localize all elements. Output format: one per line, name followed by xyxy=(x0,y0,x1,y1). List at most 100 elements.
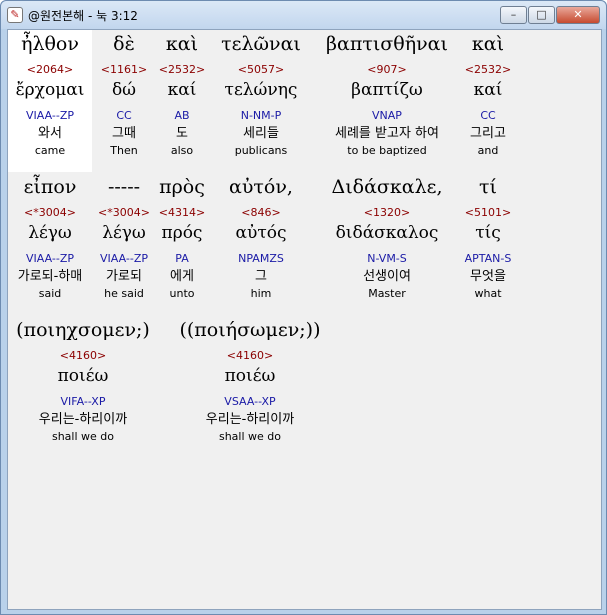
app-book-icon[interactable]: ✎ xyxy=(7,7,23,23)
strong-number[interactable]: <2532> xyxy=(156,62,208,78)
interlinear-panel: ἦλθον <2064> ἔρχομαι VIAA--ZP 와서 came δὲ <1161>… xyxy=(7,29,602,610)
lemma: καί xyxy=(167,80,197,100)
strong-number[interactable]: <5057> xyxy=(212,62,310,78)
korean-gloss: 가로되 xyxy=(106,269,142,284)
greek-word: εἶπον xyxy=(23,176,77,198)
strong-number[interactable]: <1320> xyxy=(314,205,460,221)
parsing-code: N-NM-P xyxy=(240,109,282,122)
lemma: τελώνης xyxy=(224,80,298,100)
strong-number[interactable]: <*3004> xyxy=(96,205,152,221)
strong-number[interactable]: <4314> xyxy=(156,205,208,221)
interlinear-word[interactable]: βαπτισθῆναι <907> βαπτίζω VNAP 세례를 받고자 하여 to … xyxy=(314,30,460,172)
english-gloss: unto xyxy=(169,287,195,300)
korean-gloss: 무엇을 xyxy=(470,269,506,284)
greek-word: καὶ xyxy=(471,33,505,55)
strong-number[interactable]: <5101> xyxy=(464,205,512,221)
english-gloss: to be baptized xyxy=(347,144,427,157)
greek-word: αὐτόν, xyxy=(229,176,293,198)
parsing-code: N-VM-S xyxy=(367,252,407,265)
interlinear-word[interactable]: τελῶναι <5057> τελώνης N-NM-P 세리들 publicans xyxy=(212,30,310,172)
lemma: λέγω xyxy=(28,223,72,243)
english-gloss: what xyxy=(474,287,502,300)
interlinear-word[interactable]: πρὸς <4314> πρός PA 에게 unto xyxy=(156,173,208,315)
title-bar[interactable]: ✎ @원전본해 - 눅 3:12 – □ ✕ xyxy=(1,1,606,29)
lemma: ἔρχομαι xyxy=(15,80,85,100)
interlinear-word[interactable]: ((ποιήσωμεν;)) <4160> ποιέω VSAA--XP 우리는-하리이… xyxy=(170,316,330,458)
interlinear-word[interactable]: (ποιηχσομεν;) <4160> ποιέω VIFA--XP 우리는-하리이까… xyxy=(8,316,158,458)
parsing-code: VNAP xyxy=(372,109,402,122)
korean-gloss: 우리는-하리이까 xyxy=(205,412,295,427)
interlinear-word[interactable]: ἦλθον <2064> ἔρχομαι VIAA--ZP 와서 came xyxy=(8,30,92,172)
strong-number[interactable]: <907> xyxy=(314,62,460,78)
strong-number[interactable]: <1161> xyxy=(96,62,152,78)
english-gloss: said xyxy=(38,287,62,300)
minimize-button[interactable]: – xyxy=(500,6,527,24)
interlinear-word[interactable]: καὶ <2532> καί CC 그리고 and xyxy=(464,30,512,172)
parsing-code: VIFA--XP xyxy=(60,395,106,408)
strong-number[interactable]: <2532> xyxy=(464,62,512,78)
lemma: βαπτίζω xyxy=(351,80,423,100)
english-gloss: came xyxy=(34,144,66,157)
parsing-code: PA xyxy=(175,252,189,265)
english-gloss: and xyxy=(477,144,499,157)
interlinear-word[interactable]: καὶ <2532> καί AB 도 also xyxy=(156,30,208,172)
parsing-code: CC xyxy=(116,109,132,122)
greek-word: πρὸς xyxy=(159,176,205,198)
korean-gloss: 에게 xyxy=(170,269,194,284)
korean-gloss: 그 xyxy=(255,269,267,284)
lemma: αὐτός xyxy=(235,223,287,243)
english-gloss: he said xyxy=(104,287,144,300)
interlinear-word[interactable]: αὐτόν, <846> αὐτός NPAMZS 그 him xyxy=(212,173,310,315)
greek-word: τί xyxy=(479,176,497,198)
lemma: καί xyxy=(473,80,503,100)
korean-gloss: 가로되-하매 xyxy=(17,269,83,284)
english-gloss: publicans xyxy=(234,144,288,157)
greek-word: καὶ xyxy=(165,33,199,55)
strong-number[interactable]: <4160> xyxy=(170,348,330,364)
app-window: ✎ @원전본해 - 눅 3:12 – □ ✕ ἦλθον <2064> ἔρχομα… xyxy=(0,0,607,615)
greek-word: ((ποιήσωμεν;)) xyxy=(179,319,321,341)
parsing-code: APTAN-S xyxy=(464,252,512,265)
maximize-button[interactable]: □ xyxy=(528,6,555,24)
korean-gloss: 선생이여 xyxy=(363,269,411,284)
greek-word: (ποιηχσομεν;) xyxy=(16,319,150,341)
parsing-code: VSAA--XP xyxy=(224,395,276,408)
strong-number[interactable]: <*3004> xyxy=(8,205,92,221)
interlinear-word[interactable]: δὲ <1161> δώ CC 그때 Then xyxy=(96,30,152,172)
greek-word: ----- xyxy=(107,176,141,198)
korean-gloss: 그때 xyxy=(112,126,136,141)
english-gloss: him xyxy=(250,287,272,300)
strong-number[interactable]: <2064> xyxy=(8,62,92,78)
interlinear-word[interactable]: Διδάσκαλε, <1320> διδάσκαλος N-VM-S 선생이여 Mast… xyxy=(314,173,460,315)
english-gloss: Master xyxy=(368,287,406,300)
strong-number[interactable]: <846> xyxy=(212,205,310,221)
interlinear-word[interactable]: ----- <*3004> λέγω VIAA--ZP 가로되 he said xyxy=(96,173,152,315)
window-controls: – □ ✕ xyxy=(499,6,600,24)
window-title: @원전본해 - 눅 3:12 xyxy=(28,9,138,23)
english-gloss: Then xyxy=(110,144,138,157)
parsing-code: CC xyxy=(480,109,496,122)
english-gloss: shall we do xyxy=(218,430,282,443)
lemma: δώ xyxy=(111,80,137,100)
interlinear-word[interactable]: εἶπον <*3004> λέγω VIAA--ZP 가로되-하매 said xyxy=(8,173,92,315)
parsing-code: AB xyxy=(174,109,190,122)
korean-gloss: 그리고 xyxy=(470,126,506,141)
lemma: πρός xyxy=(161,223,203,243)
greek-word: τελῶναι xyxy=(221,33,301,55)
lemma: λέγω xyxy=(102,223,146,243)
lemma: ποιέω xyxy=(224,366,276,386)
lemma: τίς xyxy=(475,223,501,243)
parsing-code: VIAA--ZP xyxy=(26,252,74,265)
parsing-code: NPAMZS xyxy=(238,252,284,265)
korean-gloss: 우리는-하리이까 xyxy=(38,412,128,427)
korean-gloss: 세례를 받고자 하여 xyxy=(335,126,439,141)
english-gloss: also xyxy=(170,144,194,157)
interlinear-word[interactable]: τί <5101> τίς APTAN-S 무엇을 what xyxy=(464,173,512,315)
parsing-code: VIAA--ZP xyxy=(100,252,148,265)
strong-number[interactable]: <4160> xyxy=(8,348,158,364)
close-button[interactable]: ✕ xyxy=(556,6,600,24)
lemma: διδάσκαλος xyxy=(335,223,439,243)
korean-gloss: 도 xyxy=(176,126,188,141)
greek-word: βαπτισθῆναι xyxy=(326,33,448,55)
korean-gloss: 와서 xyxy=(38,126,62,141)
